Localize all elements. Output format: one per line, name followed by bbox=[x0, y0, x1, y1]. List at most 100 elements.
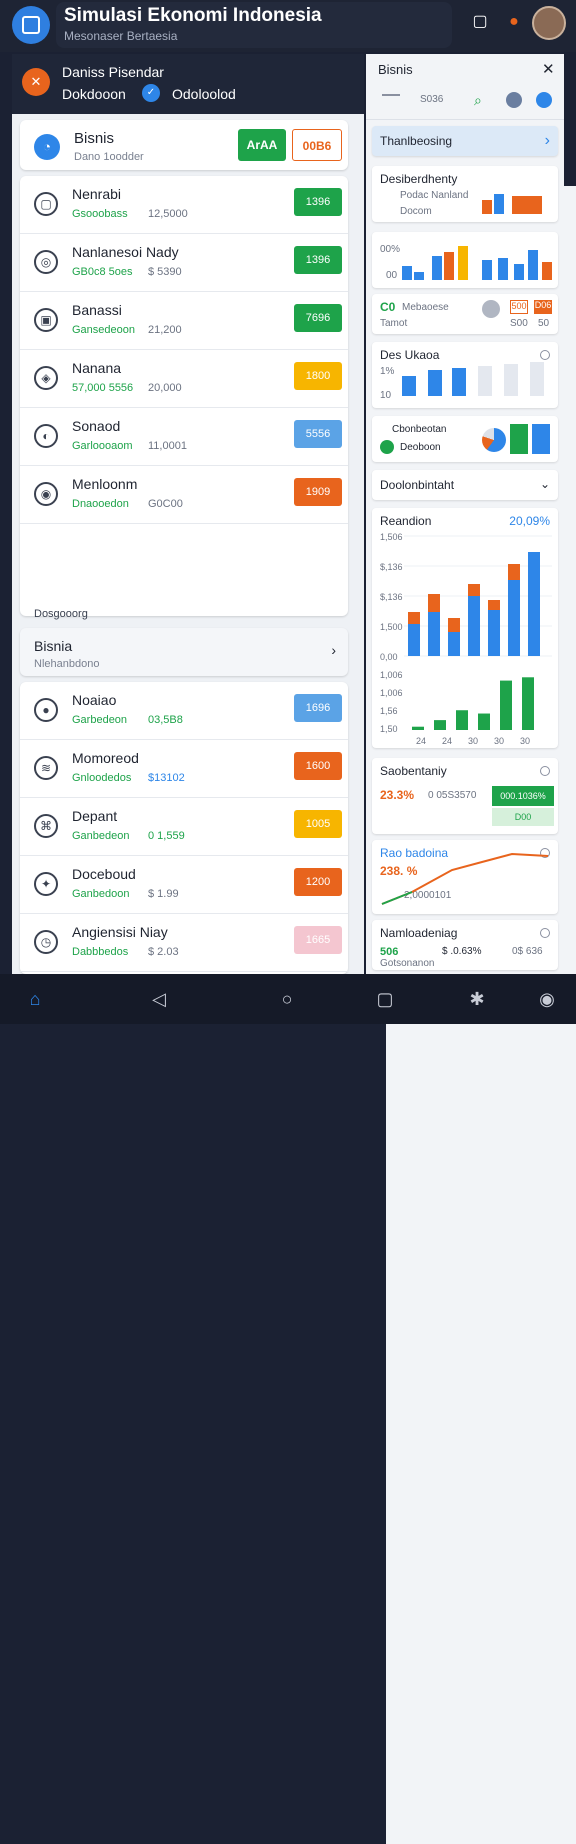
business-list-2: ●NoaiaoGarbedeon03,5B811 930M1696≋Momore… bbox=[20, 682, 576, 1844]
item-button[interactable]: 1800 bbox=[294, 362, 342, 390]
app-icon[interactable] bbox=[12, 6, 50, 44]
window-icon[interactable]: ▢ bbox=[470, 12, 490, 32]
growth-bar bbox=[500, 680, 512, 730]
gear-icon[interactable] bbox=[482, 300, 500, 318]
back-icon[interactable]: ◁ bbox=[146, 986, 172, 1012]
item-value: 21,200 bbox=[148, 324, 182, 336]
user-icon[interactable] bbox=[506, 92, 522, 108]
card9-c: 0$ 636 bbox=[512, 946, 543, 957]
settings-icon[interactable]: ✱ bbox=[464, 986, 490, 1012]
item-sub: Dabbbedos bbox=[72, 946, 129, 958]
info-icon[interactable] bbox=[536, 92, 552, 108]
business-icon: ≋ bbox=[34, 756, 58, 780]
item-button[interactable]: 1396 bbox=[294, 188, 342, 216]
item-name: Menloonm bbox=[72, 476, 138, 492]
list-item[interactable]: ≋ Momoreod Gnloodedos $13102 1600 bbox=[20, 740, 576, 1670]
app-subtitle: Mesonaser Bertaesia bbox=[64, 29, 178, 43]
card1-bar bbox=[482, 200, 492, 214]
item-button[interactable]: 7696 bbox=[294, 304, 342, 332]
trend-line-green bbox=[381, 891, 413, 905]
y-tick-label: $,136 bbox=[380, 562, 403, 572]
item-button[interactable]: 1005 bbox=[294, 810, 342, 838]
list-item[interactable]: ▣BanassiGansedeoon21,20016,556%7696 bbox=[20, 292, 576, 1222]
revenue-bar-top bbox=[488, 600, 500, 610]
dropdown[interactable]: Doolonbintaht ⌄ bbox=[372, 470, 558, 500]
y-tick-label: 1,56 bbox=[380, 706, 398, 716]
y-tick-label: 1,50 bbox=[380, 724, 398, 734]
list-item[interactable]: ◈ Nanana 57,000 5556 20,000 1800 bbox=[20, 350, 576, 1280]
card5-title: Doolonbintaht bbox=[380, 478, 455, 492]
left-panel: ✕ Daniss Pisendar Dokdooon ✓ Odoloolod ◔… bbox=[12, 54, 576, 1844]
bar bbox=[514, 264, 524, 280]
item-sub: GB0c8 5oes bbox=[72, 266, 133, 278]
list-item[interactable]: ◎Nanlanesoi NadyGB0c8 5oes$ 539011 500M1… bbox=[20, 234, 576, 1164]
avatar[interactable] bbox=[532, 6, 566, 40]
bar bbox=[444, 252, 454, 280]
header-title: Daniss Pisendar bbox=[62, 64, 164, 80]
business-icon: ▣ bbox=[34, 308, 58, 332]
section-header[interactable]: Bisnia Nlehanbdono › bbox=[20, 628, 348, 676]
bar bbox=[530, 362, 544, 396]
list-item[interactable]: ●NoaiaoGarbedeon03,5B811 930M1696 bbox=[20, 682, 576, 1612]
summary-button-b[interactable]: 00B6 bbox=[292, 129, 342, 161]
notification-icon[interactable]: ● bbox=[504, 12, 524, 32]
item-name: Nenrabi bbox=[72, 186, 122, 202]
item-value: 12,5000 bbox=[148, 208, 188, 220]
item-button[interactable]: 1396 bbox=[294, 246, 342, 274]
card3-title: Des Ukaoa bbox=[380, 348, 440, 362]
menu-icon[interactable] bbox=[382, 94, 400, 96]
item-button[interactable]: 1600 bbox=[294, 752, 342, 780]
list-item[interactable]: ▢NenrabiGsooobass12,5000$3 599%1396 bbox=[20, 176, 576, 1106]
info-dot-icon bbox=[540, 928, 550, 938]
item-sub: Ganbedoon bbox=[72, 888, 130, 900]
item-name: Angiensisi Niay bbox=[72, 924, 168, 940]
check-icon: ✓ bbox=[142, 84, 160, 102]
recents-icon[interactable]: ▢ bbox=[372, 986, 398, 1012]
chevron-down-icon: ⌄ bbox=[539, 477, 550, 491]
revenue-bar bbox=[488, 610, 500, 656]
assistant-icon[interactable]: ◉ bbox=[534, 986, 560, 1012]
card7-title: Saobentaniy bbox=[380, 764, 447, 778]
trend-card: Saobentaniy 23.3% 0 05S3570 000.1036% D0… bbox=[372, 758, 558, 834]
business-icon: ◷ bbox=[34, 930, 58, 954]
growth-bar bbox=[412, 726, 424, 730]
app-title: Simulasi Ekonomi Indonesia bbox=[64, 5, 322, 26]
business-icon: ▢ bbox=[34, 192, 58, 216]
card1-title: Desiberdhenty bbox=[380, 172, 458, 186]
balance-label: Dosgooorg bbox=[34, 608, 88, 620]
summary-button-a[interactable]: ArAA bbox=[238, 129, 286, 161]
search-icon[interactable]: ⌕ bbox=[474, 92, 482, 109]
line-card: Rao badoina 238. % 2,0000101 bbox=[372, 840, 558, 914]
item-button[interactable]: 1909 bbox=[294, 478, 342, 506]
list-item[interactable]: ✦DoceboudGanbedoon$ 1.99$3.400M1200 bbox=[20, 856, 576, 1786]
list-item[interactable]: ◉MenloonmDnaooedonG0C00$3 500M1909 bbox=[20, 466, 576, 1396]
business-icon: ⌘ bbox=[34, 814, 58, 838]
item-value: 11,0001 bbox=[148, 440, 187, 452]
badge-sub: 50 bbox=[538, 318, 550, 329]
business-icon: ◉ bbox=[34, 482, 58, 506]
mebaoese-card: C0 Mebaoese Tamot 500 S00 D06 50 bbox=[372, 294, 558, 334]
tracking-bar[interactable]: Thanlbeosing › bbox=[372, 126, 558, 156]
trend-line bbox=[381, 852, 549, 905]
y-tick-label: 1,500 bbox=[380, 622, 403, 632]
item-button[interactable]: 5556 bbox=[294, 420, 342, 448]
bar bbox=[452, 368, 466, 396]
y-tick-label: 1,006 bbox=[380, 688, 403, 698]
card1-bar bbox=[494, 194, 504, 214]
card9-title: Namloadeniag bbox=[380, 926, 458, 940]
list-item[interactable]: ◐SonaodGarloooaom11,00014A 55%5556 bbox=[20, 408, 576, 1338]
list-item[interactable]: ◷ Angiensisi Niay Dabbbedos $ 2.03 $2.500M 16… bbox=[20, 914, 576, 1844]
close-icon[interactable]: ✕ bbox=[542, 60, 555, 78]
card9-a: 506 bbox=[380, 946, 399, 958]
item-button[interactable]: 1665 bbox=[294, 926, 342, 954]
bar bbox=[504, 364, 518, 396]
list-item[interactable]: ⌘DepantGanbedeon0 1,5593A,500M1005 bbox=[20, 798, 576, 1728]
home-circle-icon[interactable]: ○ bbox=[274, 986, 300, 1012]
bar bbox=[458, 246, 468, 280]
item-button[interactable]: 1696 bbox=[294, 694, 342, 722]
home-icon[interactable]: ⌂ bbox=[22, 986, 48, 1012]
item-button[interactable]: 1200 bbox=[294, 868, 342, 896]
info-dot-icon bbox=[540, 766, 550, 776]
bottom-nav: ⌂ ◁ ○ ▢ ✱ ◉ bbox=[0, 974, 576, 1024]
summary-card: ◔ Bisnis Dano 1oodder ArAA 00B6 bbox=[20, 120, 348, 170]
